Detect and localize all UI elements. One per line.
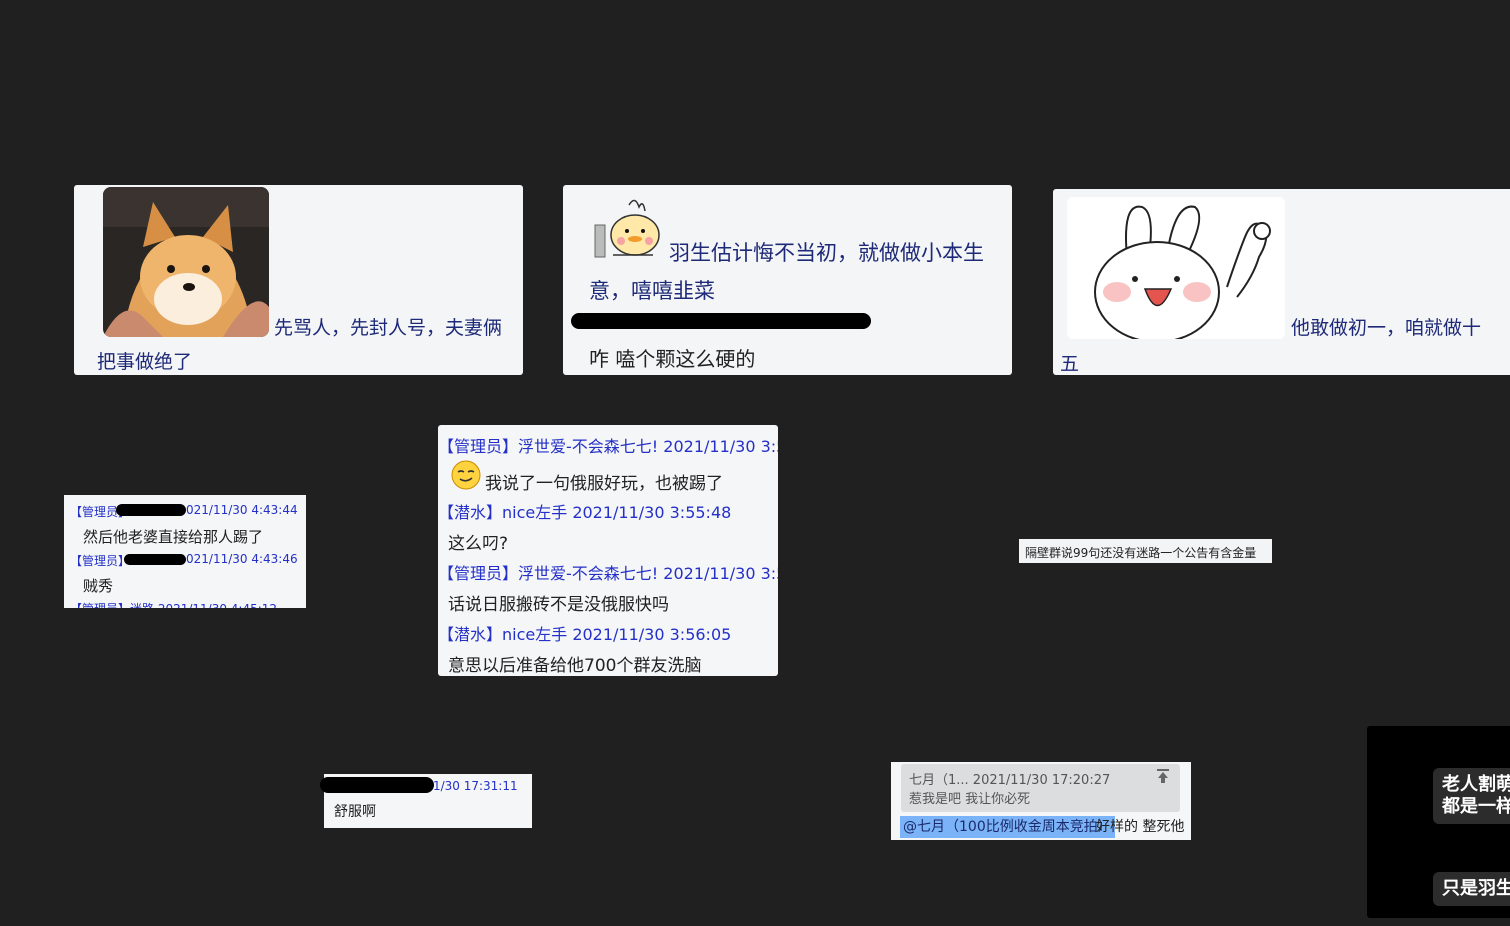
message-header: 【潜水】nice左手 2021/11/30 3:56:05 xyxy=(438,625,732,644)
doge-message-line-2: 把事做绝了 xyxy=(97,351,193,373)
message-text: 话说日服搬砖不是没俄服快吗 xyxy=(448,595,669,615)
pin-to-top-icon[interactable] xyxy=(1156,768,1170,784)
chat-card-note: 隔壁群说99句还没有迷路一个公告有含金量 xyxy=(1019,539,1272,563)
redaction-mark xyxy=(320,777,434,793)
message-text: 隔壁群说99句还没有迷路一个公告有含金量 xyxy=(1025,546,1257,560)
chat-card-chick: 羽生估计悔不当初，就做做小本生 意，嘻嘻韭菜 咋 嗑个颗这么硬的 xyxy=(563,185,1012,375)
quoted-message-header: 七月（1... 2021/11/30 17:20:27 xyxy=(909,773,1111,788)
canvas: 先骂人，先封人号，夫妻俩 把事做绝了 羽生估计悔不当初，就做做小本生 意，嘻嘻韭… xyxy=(0,0,1510,926)
bunny-sticker-image xyxy=(1067,197,1285,339)
chat-bubble: 只是羽生 xyxy=(1433,872,1510,906)
bunny-message-line-1: 他敢做初一，咱就做十 xyxy=(1291,317,1482,339)
bunny-message-line-2: 五 xyxy=(1060,353,1080,375)
bubble-line: 只是羽生 xyxy=(1442,878,1510,899)
chick-message-line-2: 意，嘻嘻韭菜 xyxy=(589,279,715,303)
message-timestamp: 021/11/30 4:43:46 xyxy=(186,552,298,566)
chat-card-reply: 七月（1... 2021/11/30 17:20:27 惹我是吧 我让你必死 @… xyxy=(891,762,1191,840)
quoted-message[interactable]: 七月（1... 2021/11/30 17:20:27 惹我是吧 我让你必死 xyxy=(901,764,1180,812)
chick-message-line-1: 羽生估计悔不当初，就做做小本生 xyxy=(669,241,984,265)
doge-message-line-1: 先骂人，先封人号，夫妻俩 xyxy=(274,317,503,339)
chat-card-kick: 【管理员】 021/11/30 4:43:44 然后他老婆直接给那人踢了 【管理… xyxy=(64,495,306,608)
redaction-mark xyxy=(124,554,186,565)
chat-card-center: 【管理员】浮世爱-不会森七七! 2021/11/30 3:5 我说了一句俄服好玩… xyxy=(438,425,778,676)
message-text: 意思以后准备给他700个群友洗脑 xyxy=(448,656,702,676)
reply-text: 好样的 整死他 xyxy=(1096,819,1185,835)
message-text: 然后他老婆直接给那人踢了 xyxy=(83,528,264,546)
bubble-line: 都是一样 xyxy=(1442,796,1510,817)
message-header: 【管理员】浮世爱-不会森七七! 2021/11/30 3:5 xyxy=(438,437,778,456)
message-text: 舒服啊 xyxy=(334,804,376,820)
bubble-line: 老人割萌 xyxy=(1442,774,1510,795)
redaction-mark xyxy=(571,313,871,329)
smirk-emoji-icon xyxy=(451,460,481,490)
doge-sticker-image xyxy=(103,187,269,337)
chat-bubble: 老人割萌 都是一样 xyxy=(1433,768,1510,824)
message-text: 这么叼? xyxy=(448,534,509,554)
mention-tag[interactable]: @七月（100比例收金周本竞拍） xyxy=(900,816,1115,838)
chat-card-dark: 老人割萌 都是一样 只是羽生 xyxy=(1367,726,1510,918)
partial-message-header: 【管理员】迷路 2021/11/30 4:45:12 xyxy=(70,600,277,608)
chat-card-bunny: 他敢做初一，咱就做十 五 xyxy=(1053,189,1510,375)
message-text: 我说了一句俄服好玩，也被踢了 xyxy=(485,474,723,494)
chat-card-doge: 先骂人，先封人号，夫妻俩 把事做绝了 xyxy=(74,185,523,375)
message-text: 贼秀 xyxy=(83,577,114,595)
quoted-message-text: 惹我是吧 我让你必死 xyxy=(909,792,1031,807)
message-header: 【潜水】nice左手 2021/11/30 3:55:48 xyxy=(438,503,732,522)
chick-sticker-image xyxy=(593,195,665,265)
redaction-mark xyxy=(116,504,186,516)
message-timestamp: 021/11/30 4:43:44 xyxy=(186,503,298,517)
chick-message-line-3: 咋 嗑个颗这么硬的 xyxy=(589,347,756,371)
message-header: 【管理员】浮世爱-不会森七七! 2021/11/30 3:5 xyxy=(438,564,778,583)
sender-role: 【管理员】 xyxy=(70,554,131,568)
